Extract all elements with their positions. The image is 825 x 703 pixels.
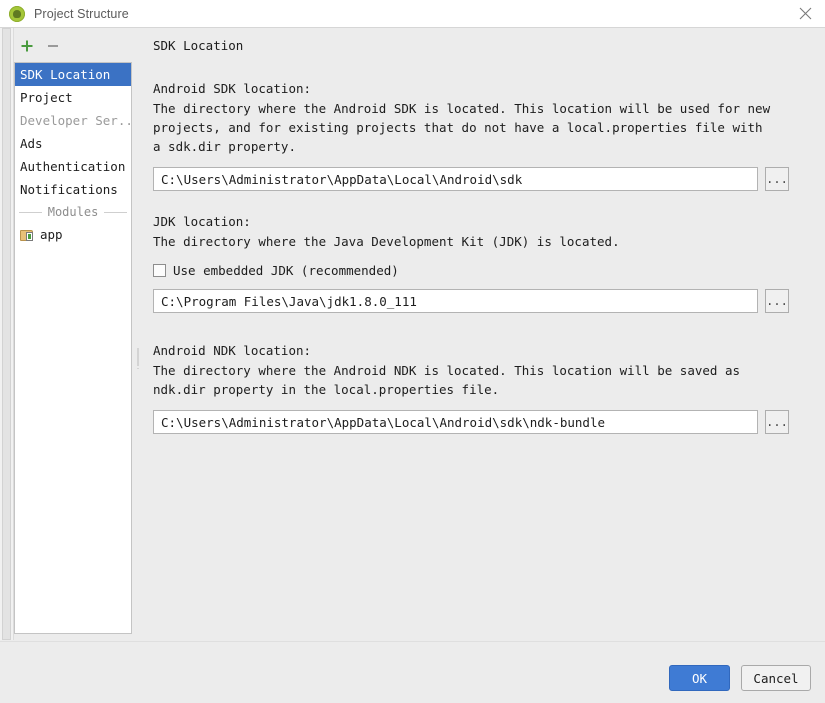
ndk-location-field-row: C:\Users\Administrator\AppData\Local\And… — [153, 410, 801, 434]
sidebar-item-label: Authentication — [20, 159, 126, 174]
add-module-button[interactable] — [14, 34, 40, 58]
sidebar-tree[interactable]: SDK Location Project Developer Ser... Ad… — [14, 62, 132, 634]
section-jdk-location: JDK location: The directory where the Ja… — [153, 214, 801, 313]
sdk-location-input[interactable]: C:\Users\Administrator\AppData\Local\And… — [153, 167, 758, 191]
ndk-location-input[interactable]: C:\Users\Administrator\AppData\Local\And… — [153, 410, 758, 434]
cancel-button[interactable]: Cancel — [741, 665, 811, 691]
left-scrollbar-thumb[interactable] — [2, 28, 11, 640]
section-android-ndk-location: Android NDK location: The directory wher… — [153, 343, 801, 434]
module-folder-icon — [20, 228, 35, 242]
jdk-location-input[interactable]: C:\Program Files\Java\jdk1.8.0_111 — [153, 289, 758, 313]
plus-icon — [21, 40, 33, 52]
use-embedded-jdk-checkbox-row[interactable]: Use embedded JDK (recommended) — [153, 263, 801, 278]
sidebar-item-developer-services[interactable]: Developer Ser... — [15, 109, 131, 132]
splitter-grip-dot — [137, 368, 139, 369]
window-title: Project Structure — [34, 6, 129, 21]
sidebar-item-label: Ads — [20, 136, 43, 151]
sidebar-item-label: Developer Ser... — [20, 113, 131, 128]
sidebar-item-label: SDK Location — [20, 67, 111, 82]
sidebar-item-project[interactable]: Project — [15, 86, 131, 109]
dialog-footer: OK Cancel — [0, 641, 825, 703]
close-icon — [799, 7, 811, 19]
jdk-location-browse-button[interactable]: ... — [765, 289, 789, 313]
left-scrollbar[interactable] — [0, 28, 14, 640]
sidebar-item-authentication[interactable]: Authentication — [15, 155, 131, 178]
use-embedded-jdk-label: Use embedded JDK (recommended) — [173, 263, 399, 278]
title-bar: Project Structure — [0, 0, 825, 28]
ok-button[interactable]: OK — [669, 665, 730, 691]
sidebar-item-ads[interactable]: Ads — [15, 132, 131, 155]
section-heading: Android SDK location: — [153, 81, 312, 96]
remove-module-button[interactable] — [40, 34, 66, 58]
content-pane: SDK Location Android SDK location: The d… — [145, 28, 825, 640]
page-title: SDK Location — [153, 38, 244, 53]
sdk-location-browse-button[interactable]: ... — [765, 167, 789, 191]
sidebar-item-notifications[interactable]: Notifications — [15, 178, 131, 201]
section-description: The directory where the Android NDK is l… — [153, 363, 740, 397]
separator-line-left — [19, 211, 42, 213]
use-embedded-jdk-checkbox[interactable] — [153, 264, 166, 277]
sidebar-item-sdk-location[interactable]: SDK Location — [15, 63, 131, 86]
sidebar-item-label: Notifications — [20, 182, 118, 197]
tree-toolbar — [14, 33, 132, 59]
close-button[interactable] — [785, 0, 825, 26]
jdk-location-field-row: C:\Program Files\Java\jdk1.8.0_111 ... — [153, 289, 801, 313]
section-heading: Android NDK location: — [153, 343, 312, 358]
modules-separator: Modules — [15, 201, 131, 223]
android-studio-icon — [9, 5, 25, 22]
minus-icon — [48, 45, 58, 47]
sidebar-item-label: app — [40, 227, 63, 242]
sidebar-item-module-app[interactable]: app — [15, 223, 131, 246]
section-description: The directory where the Java Development… — [153, 234, 620, 249]
modules-separator-label: Modules — [47, 205, 99, 219]
panel-splitter[interactable] — [133, 28, 144, 640]
sidebar-item-label: Project — [20, 90, 73, 105]
section-heading: JDK location: — [153, 214, 251, 229]
sdk-location-field-row: C:\Users\Administrator\AppData\Local\And… — [153, 167, 801, 191]
separator-line-right — [104, 211, 128, 213]
splitter-grip — [137, 348, 139, 366]
ndk-location-browse-button[interactable]: ... — [765, 410, 789, 434]
section-android-sdk-location: Android SDK location: The directory wher… — [153, 81, 801, 191]
section-description: The directory where the Android SDK is l… — [153, 101, 771, 154]
